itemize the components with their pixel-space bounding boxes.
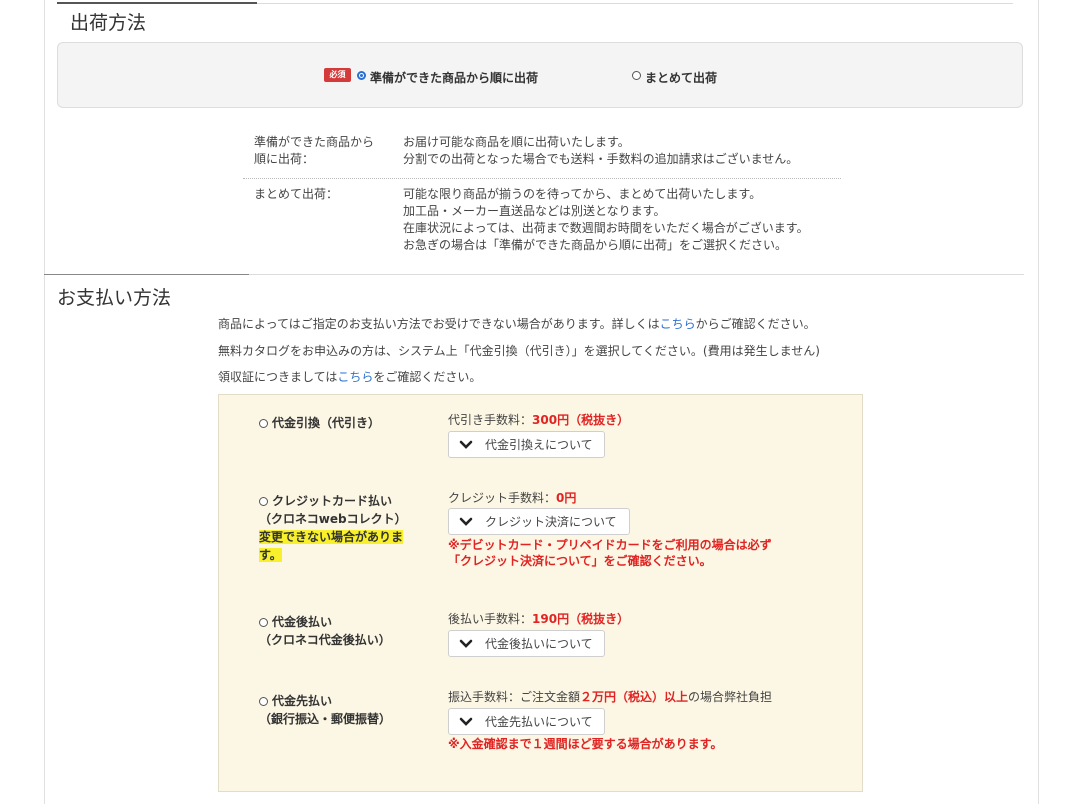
pay-prepay-fee-label: 振込手数料：ご注文金額 <box>448 690 581 704</box>
ship-desc-term-2: まとめて出荷： <box>254 186 338 203</box>
prepay-info-button[interactable]: 代金先払いについて <box>448 708 605 735</box>
pay-prepay-label-line1: 代金先払い <box>272 694 333 708</box>
pay-cod-fee-value: 300円（税抜き） <box>532 413 630 427</box>
pay-credit-notice-line1: 変更できない場合がありま <box>259 530 404 544</box>
radio-ship-combined[interactable] <box>632 71 641 80</box>
ship-desc-1-line2: 分割での出荷となった場合でも送料・手数料の追加請求はございません。 <box>403 152 799 166</box>
ship-desc-2-line4: お急ぎの場合は「準備ができた商品から順に出荷」をご選択ください。 <box>403 238 788 252</box>
pay-deferred-fee-label: 後払い手数料： <box>448 612 533 626</box>
pay-credit-warning-line1: ※デビットカード・プリペイドカードをご利用の場合は必ず <box>448 538 772 552</box>
ship-desc-term-1: 準備ができた商品から 順に出荷： <box>254 134 374 168</box>
payment-info-2: 無料カタログをお申込みの方は、システム上「代金引換（代引き）」を選択してください… <box>218 344 820 358</box>
required-badge: 必須 <box>324 68 351 82</box>
payment-title-underline <box>44 274 249 275</box>
credit-info-button[interactable]: クレジット決済について <box>448 508 630 535</box>
pay-prepay-fee-suffix: の場合弊社負担 <box>688 690 773 704</box>
pay-credit-label-line1: クレジットカード払い <box>272 494 393 508</box>
pay-cod-fee-label: 代引き手数料： <box>448 413 533 427</box>
ship-desc-divider <box>243 178 841 179</box>
payment-info-1-suffix: からご確認ください。 <box>695 317 816 331</box>
receipt-info-link[interactable]: こちら <box>337 370 373 384</box>
ship-desc-term-1-line1: 準備ができた商品から <box>254 135 375 149</box>
credit-info-button-label: クレジット決済について <box>485 515 617 529</box>
pay-prepay-label[interactable]: 代金先払い （銀行振込・郵便振替） <box>259 692 391 728</box>
cod-info-button[interactable]: 代金引換えについて <box>448 431 605 458</box>
page-border-right <box>1038 0 1039 804</box>
pay-credit-warning-line2: 「クレジット決済について」をご確認ください。 <box>448 554 712 568</box>
chevron-down-icon <box>459 639 473 648</box>
deferred-info-button-label: 代金後払いについて <box>485 637 593 651</box>
radio-pay-cod[interactable] <box>259 419 268 428</box>
payment-info-3: 領収証につきましてはこちらをご確認ください。 <box>218 368 481 385</box>
pay-prepay-fee-value: ２万円（税込）以上 <box>580 690 689 704</box>
pay-deferred-fee-value: 190円（税抜き） <box>532 612 630 626</box>
chevron-down-icon <box>459 440 473 449</box>
ship-desc-body-2: 可能な限り商品が揃うのを待ってから、まとめて出荷いたします。 加工品・メーカー直… <box>403 186 809 254</box>
payment-info-1-text: 商品によってはご指定のお支払い方法でお受けできない場合があります。詳しくは <box>218 317 660 331</box>
pay-prepay-fee: 振込手数料：ご注文金額２万円（税込）以上の場合弊社負担 <box>448 688 772 705</box>
cod-info-button-label: 代金引換えについて <box>485 438 593 452</box>
pay-prepay-warning: ※入金確認まで１週間ほど要する場合があります。 <box>448 736 722 752</box>
pay-deferred-label-line1: 代金後払い <box>272 615 333 629</box>
pay-prepay-label-line2: （銀行振込・郵便振替） <box>259 712 392 726</box>
pay-cod-label-line1: 代金引換（代引き） <box>272 416 381 430</box>
pay-credit-fee-value: 0円 <box>556 491 577 505</box>
ship-desc-term-2-line1: まとめて出荷： <box>254 187 339 201</box>
shipping-title-underline <box>57 2 257 4</box>
pay-credit-label-line2: （クロネコwebコレクト） <box>259 512 407 526</box>
chevron-down-icon <box>459 517 473 526</box>
ship-desc-2-line1: 可能な限り商品が揃うのを待ってから、まとめて出荷いたします。 <box>403 187 762 201</box>
deferred-info-button[interactable]: 代金後払いについて <box>448 630 605 657</box>
pay-credit-warning: ※デビットカード・プリペイドカードをご利用の場合は必ず 「クレジット決済について… <box>448 537 772 569</box>
pay-credit-fee-label: クレジット手数料： <box>448 491 557 505</box>
pay-prepay-warning-line1: ※入金確認まで１週間ほど要する場合があります。 <box>448 737 723 751</box>
payment-info-1: 商品によってはご指定のお支払い方法でお受けできない場合があります。詳しくはこちら… <box>218 315 816 332</box>
ship-desc-1-line1: お届け可能な商品を順に出荷いたします。 <box>403 135 630 149</box>
pay-credit-fee: クレジット手数料：0円 <box>448 489 576 506</box>
payment-section-title: お支払い方法 <box>57 287 172 309</box>
pay-deferred-fee: 後払い手数料：190円（税抜き） <box>448 610 629 627</box>
pay-credit-notice-line2: す。 <box>259 548 282 562</box>
page-border-left <box>44 0 45 804</box>
payment-info-link[interactable]: こちら <box>660 317 696 331</box>
pay-cod-label[interactable]: 代金引換（代引き） <box>272 414 380 432</box>
chevron-down-icon <box>459 717 473 726</box>
pay-deferred-label[interactable]: 代金後払い （クロネコ代金後払い） <box>259 613 391 649</box>
payment-info-3-suffix: をご確認ください。 <box>373 370 482 384</box>
ship-desc-term-1-line2: 順に出荷： <box>254 152 315 166</box>
pay-credit-label[interactable]: クレジットカード払い （クロネコwebコレクト） 変更できない場合がありま す。 <box>259 492 407 564</box>
ship-desc-body-1: お届け可能な商品を順に出荷いたします。 分割での出荷となった場合でも送料・手数料… <box>403 134 798 168</box>
prepay-info-button-label: 代金先払いについて <box>485 715 593 729</box>
pay-cod-fee: 代引き手数料：300円（税抜き） <box>448 411 629 428</box>
shipping-option-box <box>57 42 1023 108</box>
payment-info-3-text: 領収証につきましては <box>218 370 338 384</box>
ship-option-combined-label[interactable]: まとめて出荷 <box>645 69 717 86</box>
radio-ship-sequential[interactable] <box>357 71 366 80</box>
pay-deferred-label-line2: （クロネコ代金後払い） <box>259 633 391 647</box>
ship-desc-2-line3: 在庫状況によっては、出荷まで数週間お時間をいただく場合がございます。 <box>403 221 809 235</box>
shipping-section-title: 出荷方法 <box>70 12 147 34</box>
ship-desc-2-line2: 加工品・メーカー直送品などは別送となります。 <box>403 204 666 218</box>
ship-option-sequential-label[interactable]: 準備ができた商品から順に出荷 <box>370 69 538 86</box>
